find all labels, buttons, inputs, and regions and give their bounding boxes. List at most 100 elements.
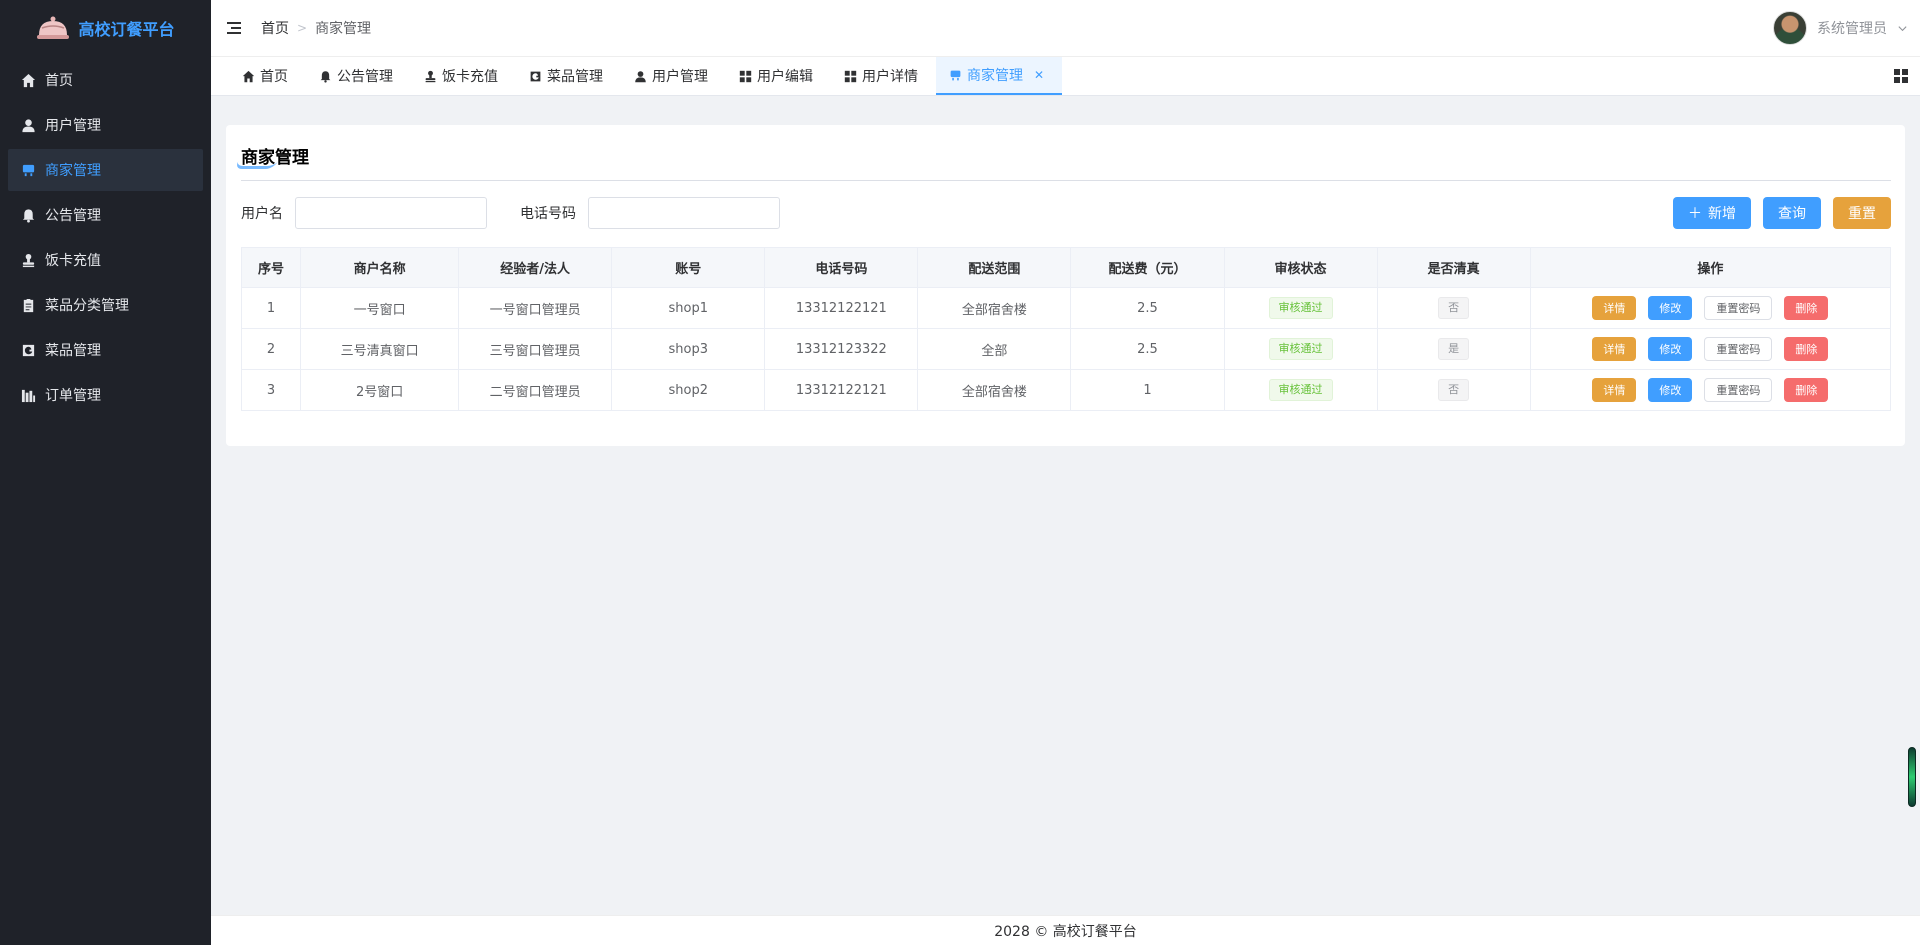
search-actions: ＋ 新增 查询 重置 <box>1673 197 1891 229</box>
cell-fee: 1 <box>1070 369 1225 411</box>
column-header: 序号 <box>240 247 302 288</box>
cell-no: 1 <box>240 287 302 329</box>
tab-label: 商家管理 <box>967 68 1023 84</box>
edit-button[interactable]: 修改 <box>1648 378 1693 402</box>
sidebar-item-users[interactable]: 用户管理 <box>8 104 203 146</box>
sidebar-item-label: 商家管理 <box>45 163 101 179</box>
sidebar-item-meal-card[interactable]: 饭卡充值 <box>8 239 203 281</box>
dish-icon <box>21 343 36 358</box>
cell-status: 审核通过 <box>1223 287 1378 329</box>
chevron-right-icon: > <box>297 21 308 35</box>
detail-button[interactable]: 详情 <box>1592 378 1637 402</box>
cell-range: 全部 <box>917 328 1072 370</box>
sidebar-item-label: 菜品分类管理 <box>45 298 129 314</box>
grid-icon <box>844 70 857 82</box>
sidebar-item-merchants[interactable]: 商家管理 <box>8 149 203 191</box>
user-menu[interactable]: 系统管理员 <box>1773 0 1908 56</box>
tabs-menu-icon[interactable] <box>1894 69 1908 83</box>
status-badge: 审核通过 <box>1268 379 1333 401</box>
phone-input[interactable] <box>588 197 780 229</box>
merchant-table: 序号 商户名称 经验者/法人 账号 电话号码 配送范围 配送费（元） 审核状态 … <box>240 247 1892 411</box>
chevron-down-icon <box>1898 25 1907 31</box>
home-icon <box>242 70 255 82</box>
delete-button[interactable]: 删除 <box>1784 296 1829 320</box>
user-icon <box>21 118 36 133</box>
bell-icon <box>21 208 36 223</box>
stamp-icon <box>425 70 436 82</box>
add-button[interactable]: ＋ 新增 <box>1673 197 1751 229</box>
username-label: 用户名 <box>241 206 283 222</box>
phone-label: 电话号码 <box>520 206 576 222</box>
tab-label: 首页 <box>260 69 288 85</box>
cell-no: 3 <box>240 369 302 411</box>
tab-label: 饭卡充值 <box>442 69 498 85</box>
tab-user-detail[interactable]: 用户详情 <box>831 57 936 95</box>
tags-view: 首页 公告管理 饭卡充值 菜品管理 用户管理 用户编辑 用户详情 商家管理 ✕ <box>211 56 1920 96</box>
add-label: 新增 <box>1708 206 1736 222</box>
avatar[interactable] <box>1773 11 1807 45</box>
shop-icon <box>950 70 961 80</box>
app-logo[interactable]: 高校订餐平台 <box>0 0 211 56</box>
menu-toggle-icon[interactable] <box>227 22 241 34</box>
reset-button[interactable]: 重置 <box>1833 197 1891 229</box>
home-icon <box>21 73 36 88</box>
close-icon[interactable]: ✕ <box>1034 68 1044 82</box>
query-button[interactable]: 查询 <box>1763 197 1821 229</box>
delete-button[interactable]: 删除 <box>1784 337 1829 361</box>
tab-user-edit[interactable]: 用户编辑 <box>726 57 831 95</box>
tab-users[interactable]: 用户管理 <box>621 57 726 95</box>
reset-password-button[interactable]: 重置密码 <box>1704 296 1773 320</box>
cell-name: 2号窗口 <box>300 369 460 411</box>
tab-merchants[interactable]: 商家管理 ✕ <box>936 57 1063 95</box>
sidebar-item-announcements[interactable]: 公告管理 <box>8 194 203 236</box>
delete-button[interactable]: 删除 <box>1784 378 1829 402</box>
sidebar-item-label: 菜品管理 <box>45 343 101 359</box>
cell-no: 2 <box>240 328 302 370</box>
stamp-icon <box>21 253 36 268</box>
reset-password-button[interactable]: 重置密码 <box>1704 337 1773 361</box>
cell-actions: 详情 修改 重置密码 删除 <box>1529 287 1892 329</box>
reset-password-button[interactable]: 重置密码 <box>1704 378 1773 402</box>
cell-halal: 是 <box>1376 328 1531 370</box>
cell-status: 审核通过 <box>1223 328 1378 370</box>
tab-home[interactable]: 首页 <box>229 57 306 95</box>
cell-owner: 二号窗口管理员 <box>458 369 613 411</box>
sidebar-item-orders[interactable]: 订单管理 <box>8 374 203 416</box>
detail-button[interactable]: 详情 <box>1592 296 1637 320</box>
tab-label: 用户详情 <box>862 69 918 85</box>
sidebar-item-dish-category[interactable]: 菜品分类管理 <box>8 284 203 326</box>
cell-actions: 详情 修改 重置密码 删除 <box>1529 369 1892 411</box>
cell-owner: 一号窗口管理员 <box>458 287 613 329</box>
scroll-handle[interactable] <box>1908 747 1916 807</box>
sidebar-item-home[interactable]: 首页 <box>8 59 203 101</box>
username-input[interactable] <box>295 197 487 229</box>
cell-owner: 三号窗口管理员 <box>458 328 613 370</box>
app-title: 高校订餐平台 <box>78 20 175 39</box>
edit-button[interactable]: 修改 <box>1648 296 1693 320</box>
sidebar-item-label: 饭卡充值 <box>45 253 101 269</box>
table-row: 3 2号窗口 二号窗口管理员 shop2 13312122121 全部宿舍楼 1… <box>240 369 1892 411</box>
status-badge: 审核通过 <box>1268 297 1333 319</box>
cell-status: 审核通过 <box>1223 369 1378 411</box>
cell-range: 全部宿舍楼 <box>917 369 1072 411</box>
tab-meal-card[interactable]: 饭卡充值 <box>411 57 516 95</box>
cell-account: shop1 <box>611 287 766 329</box>
breadcrumb-home[interactable]: 首页 <box>261 18 289 38</box>
user-name[interactable]: 系统管理员 <box>1817 18 1887 38</box>
halal-badge: 是 <box>1438 338 1470 360</box>
clipboard-icon <box>21 298 36 313</box>
sidebar-item-dishes[interactable]: 菜品管理 <box>8 329 203 371</box>
tab-announcements[interactable]: 公告管理 <box>306 57 411 95</box>
user-icon <box>635 70 646 82</box>
cell-fee: 2.5 <box>1070 328 1225 370</box>
tab-dishes[interactable]: 菜品管理 <box>516 57 621 95</box>
cell-phone: 13312122121 <box>764 287 919 329</box>
edit-button[interactable]: 修改 <box>1648 337 1693 361</box>
cell-name: 一号窗口 <box>300 287 460 329</box>
cell-halal: 否 <box>1376 287 1531 329</box>
chart-icon <box>21 388 36 403</box>
detail-button[interactable]: 详情 <box>1592 337 1637 361</box>
table-header-row: 序号 商户名称 经验者/法人 账号 电话号码 配送范围 配送费（元） 审核状态 … <box>240 247 1892 288</box>
cell-account: shop2 <box>611 369 766 411</box>
halal-badge: 否 <box>1438 379 1470 401</box>
